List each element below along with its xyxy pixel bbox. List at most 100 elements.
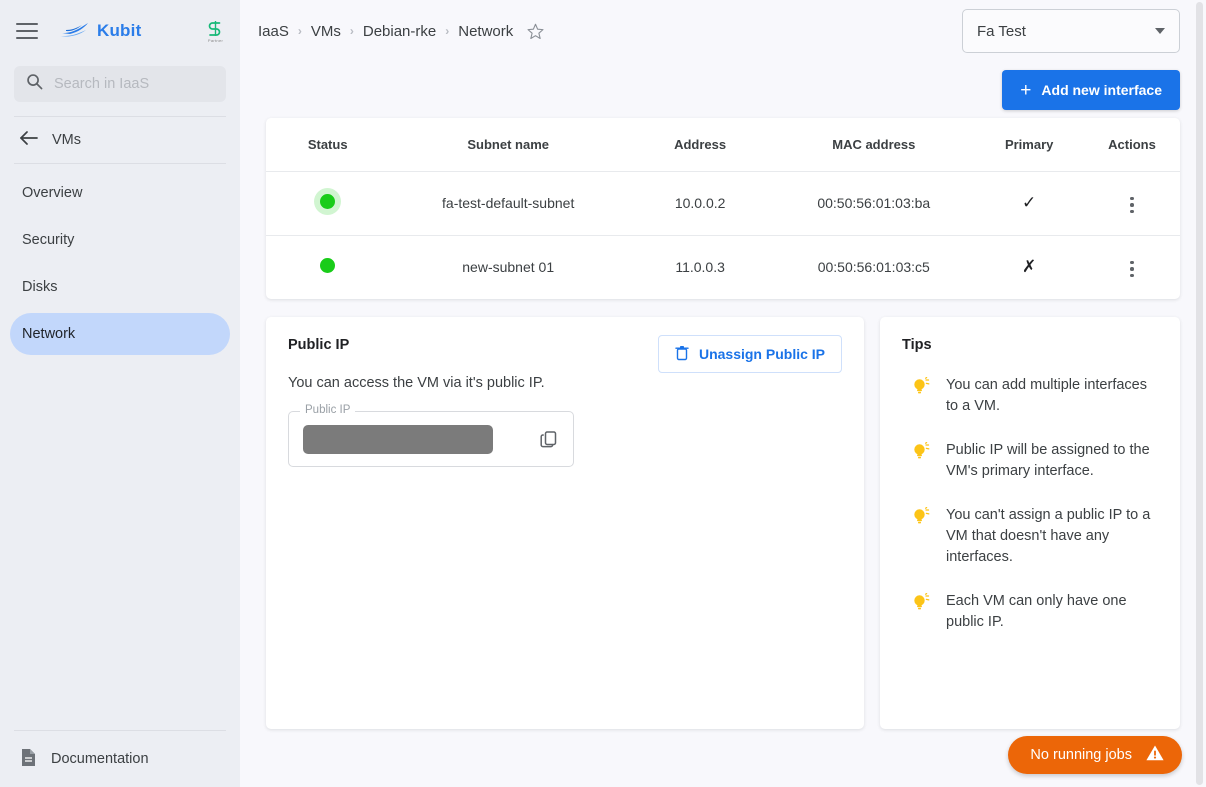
no-running-jobs-label: No running jobs (1030, 747, 1132, 763)
tip-text: You can add multiple interfaces to a VM. (946, 377, 1147, 415)
cell-status (266, 235, 389, 299)
status-dot-online (320, 258, 336, 274)
sidebar-header: Kubit Partner (0, 0, 240, 62)
breadcrumb-separator: › (445, 24, 450, 38)
project-select[interactable]: Fa Test (962, 9, 1180, 53)
trash-icon (675, 345, 689, 364)
table-row[interactable]: new-subnet 01 11.0.0.3 00:50:56:01:03:c5… (266, 235, 1180, 299)
star-outline-icon[interactable] (527, 23, 544, 40)
document-icon (20, 748, 37, 771)
cell-address: 10.0.0.2 (627, 171, 774, 236)
breadcrumb: IaaS › VMs › Debian-rke › Network (258, 23, 544, 40)
search-icon (26, 73, 43, 95)
column-header-actions: Actions (1083, 118, 1180, 172)
public-ip-field-label: Public IP (300, 404, 356, 416)
no-running-jobs-badge[interactable]: No running jobs (1008, 736, 1182, 774)
sidebar-item-label: Overview (22, 185, 83, 201)
copy-icon[interactable] (539, 429, 559, 449)
arrow-left-icon (20, 130, 38, 150)
app-root: Kubit Partner Search in IaaS VMs Overvie… (0, 0, 1206, 787)
column-header-address: Address (627, 118, 774, 172)
table-head: Status Subnet name Address MAC address P… (266, 118, 1180, 172)
public-ip-value-redacted (303, 424, 493, 454)
column-header-status: Status (266, 118, 390, 172)
public-ip-field[interactable]: Public IP (288, 404, 574, 467)
cell-status (266, 171, 390, 236)
sidebar-back-label: VMs (52, 132, 81, 148)
main-content: IaaS › VMs › Debian-rke › Network Fa Tes… (240, 0, 1206, 787)
partner-sub-label: Partner (207, 37, 224, 43)
breadcrumb-item-debian-rke[interactable]: Debian-rke (363, 23, 436, 40)
table-header-row: Status Subnet name Address MAC address P… (266, 118, 1180, 172)
public-ip-panel: Public IP Unassign Public IP You can acc… (266, 317, 864, 729)
breadcrumb-item-vms[interactable]: VMs (311, 23, 341, 40)
cell-mac-address: 00:50:56:01:03:c5 (817, 259, 930, 276)
cell-actions (1084, 235, 1180, 299)
tip-item: Each VM can only have one public IP. (912, 591, 1158, 633)
brand-name: Kubit (97, 21, 142, 40)
column-header-mac-address: MAC address (773, 118, 975, 172)
kebab-menu-icon[interactable] (1120, 191, 1144, 220)
lightbulb-icon (912, 506, 930, 527)
tip-text: You can't assign a public IP to a VM tha… (946, 507, 1151, 566)
lightbulb-icon (912, 376, 930, 397)
cell-primary: ✗ (1022, 257, 1037, 277)
search-input[interactable] (54, 76, 214, 92)
add-new-interface-label: Add new interface (1041, 82, 1162, 98)
tip-text: Public IP will be assigned to the VM's p… (946, 442, 1150, 480)
cell-primary: ✓ (974, 171, 1084, 236)
sidebar-footer: Documentation (0, 730, 240, 787)
breadcrumb-separator: › (297, 24, 302, 38)
tip-text: Each VM can only have one public IP. (946, 593, 1127, 631)
sidebar-item-overview[interactable]: Overview (10, 172, 230, 214)
vertical-scrollbar[interactable] (1193, 0, 1206, 787)
breadcrumb-item-iaas[interactable]: IaaS (258, 23, 289, 40)
tips-title: Tips (902, 337, 932, 353)
sidebar-item-security[interactable]: Security (10, 219, 230, 261)
sidebar: Kubit Partner Search in IaaS VMs Overvie… (0, 0, 240, 787)
cell-subnet-name: fa-test-default-subnet (389, 171, 627, 236)
breadcrumb-separator: › (349, 24, 354, 38)
interfaces-table: Status Subnet name Address MAC address P… (266, 118, 1180, 299)
sidebar-item-network[interactable]: Network (10, 313, 230, 355)
unassign-public-ip-label: Unassign Public IP (698, 346, 825, 362)
cell-mac-address: 00:50:56:01:03:ba (773, 171, 975, 236)
cell-address: 11.0.0.3 (675, 259, 725, 276)
add-new-interface-button[interactable]: + Add new interface (1002, 70, 1180, 110)
sidebar-item-label: Security (22, 232, 75, 248)
plus-icon: + (1020, 79, 1032, 101)
tip-item: You can't assign a public IP to a VM tha… (912, 505, 1158, 568)
boat-logo (60, 20, 90, 42)
tips-panel: Tips You can add multiple interfaces to … (880, 317, 1180, 729)
top-bar: IaaS › VMs › Debian-rke › Network Fa Tes… (240, 0, 1206, 62)
tips-list: You can add multiple interfaces to a VM. (902, 375, 1158, 633)
sidebar-item-label: Disks (22, 279, 58, 295)
scrollbar-track[interactable] (1196, 2, 1203, 785)
cell-actions (1083, 171, 1180, 236)
unassign-public-ip-button[interactable]: Unassign Public IP (657, 335, 842, 373)
lightbulb-icon (912, 592, 930, 613)
tip-item: Public IP will be assigned to the VM's p… (912, 440, 1158, 482)
column-header-primary: Primary (974, 118, 1084, 172)
interfaces-table-card: Status Subnet name Address MAC address P… (266, 118, 1180, 299)
action-bar: + Add new interface (240, 62, 1206, 118)
project-select-value: Fa Test (977, 22, 1026, 40)
sidebar-nav: Overview Security Disks Network (0, 164, 240, 355)
cell-subnet-name: new-subnet 01 (462, 259, 555, 276)
public-ip-description: You can access the VM via it's public IP… (288, 375, 545, 391)
kebab-menu-icon[interactable] (1120, 255, 1144, 284)
status-dot-online (320, 194, 336, 209)
documentation-label: Documentation (51, 751, 149, 767)
brand[interactable]: Kubit (60, 20, 141, 42)
partner-s-logo: Partner (207, 20, 224, 43)
sidebar-back-vms[interactable]: VMs (0, 117, 240, 163)
table-row[interactable]: fa-test-default-subnet 10.0.0.2 00:50:56… (266, 171, 1180, 236)
search-box[interactable] (14, 66, 226, 102)
table-body: fa-test-default-subnet 10.0.0.2 00:50:56… (266, 171, 1180, 299)
warning-triangle-icon (1145, 744, 1165, 766)
breadcrumb-item-network: Network (458, 22, 514, 40)
sidebar-item-documentation[interactable]: Documentation (0, 731, 240, 787)
sidebar-item-disks[interactable]: Disks (10, 266, 230, 308)
hamburger-icon[interactable] (16, 23, 38, 39)
lower-panels: Public IP Unassign Public IP You can acc… (240, 299, 1206, 729)
